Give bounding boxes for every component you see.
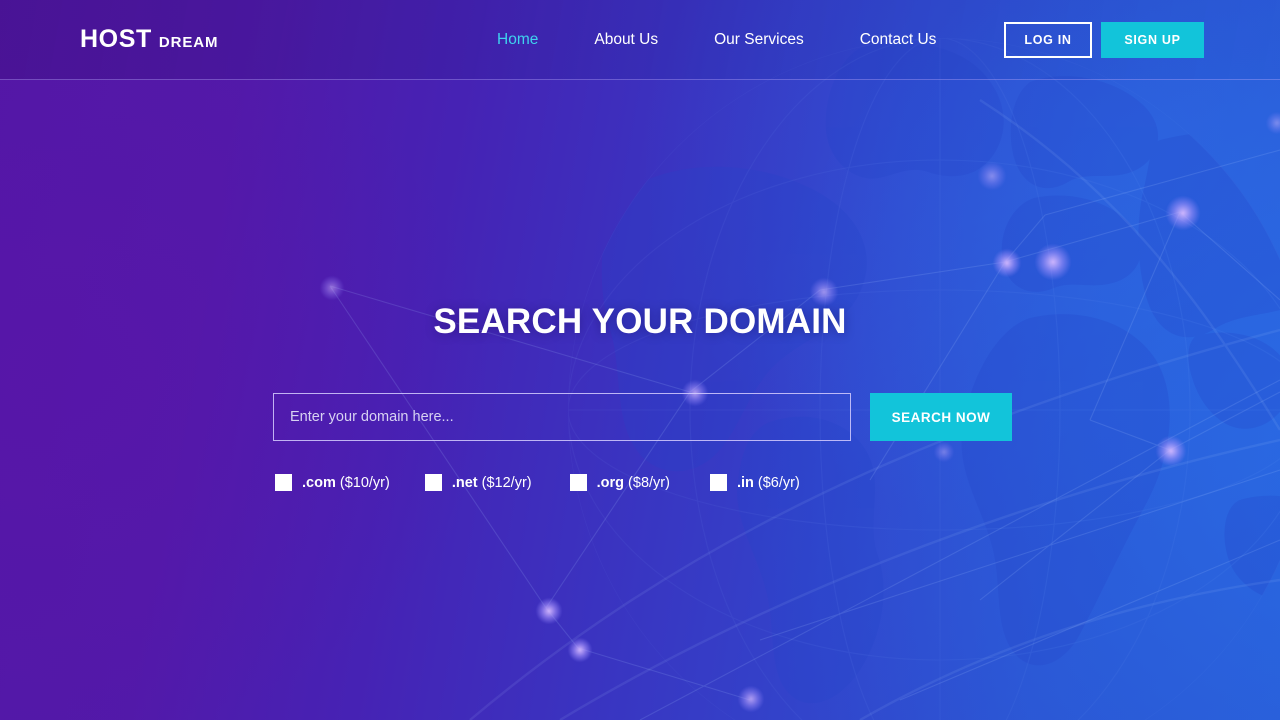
tld-label-net: .net ($12/yr) xyxy=(452,475,532,491)
domain-search-form: SEARCH NOW xyxy=(273,393,1012,441)
tld-option-org[interactable]: .org ($8/yr) xyxy=(569,474,670,491)
tld-checkbox-net[interactable] xyxy=(424,474,442,491)
tld-name-org: .org xyxy=(596,474,625,491)
search-now-button[interactable]: SEARCH NOW xyxy=(870,393,1012,441)
tld-option-com[interactable]: .com ($10/yr) xyxy=(275,474,390,491)
tld-label-com: .com ($10/yr) xyxy=(302,475,390,491)
tld-label-in: .in ($6/yr) xyxy=(737,475,800,491)
tld-option-net[interactable]: .net ($12/yr) xyxy=(424,474,532,491)
page-root: HOST DREAM Home About Us Our Services Co… xyxy=(0,0,1280,720)
nav-item-about-us[interactable]: About Us xyxy=(566,32,686,48)
tld-name-in: .in xyxy=(736,474,754,491)
tld-checkbox-org[interactable] xyxy=(569,474,587,491)
tld-checkbox-com[interactable] xyxy=(275,474,292,491)
hero-section: SEARCH YOUR DOMAIN SEARCH NOW .com ($10/… xyxy=(0,80,1280,720)
tld-name-com: .com xyxy=(302,474,336,491)
log-in-button[interactable]: LOG IN xyxy=(1004,21,1092,58)
tld-options-row: .com ($10/yr) .net ($12/yr) .org ($8/yr)… xyxy=(275,474,800,491)
tld-price-net: ($12/yr) xyxy=(481,474,532,491)
tld-price-org: ($8/yr) xyxy=(628,474,670,491)
logo-secondary-text: DREAM xyxy=(158,34,219,51)
domain-search-input[interactable] xyxy=(273,393,851,441)
tld-checkbox-in[interactable] xyxy=(709,474,727,491)
site-header: HOST DREAM Home About Us Our Services Co… xyxy=(0,0,1280,80)
tld-price-com: ($10/yr) xyxy=(339,474,390,491)
nav-item-contact-us[interactable]: Contact Us xyxy=(832,32,965,48)
sign-up-button[interactable]: SIGN UP xyxy=(1101,21,1204,58)
tld-option-in[interactable]: .in ($6/yr) xyxy=(709,474,800,491)
tld-name-net: .net xyxy=(451,474,478,491)
logo-primary-text: HOST xyxy=(80,25,152,53)
nav-item-home[interactable]: Home xyxy=(497,32,566,48)
site-logo[interactable]: HOST DREAM xyxy=(80,27,218,52)
main-navigation: Home About Us Our Services Contact Us xyxy=(497,32,964,48)
page-title: SEARCH YOUR DOMAIN xyxy=(433,302,847,341)
nav-item-our-services[interactable]: Our Services xyxy=(686,32,832,48)
tld-price-in: ($6/yr) xyxy=(757,474,800,491)
header-actions: LOG IN SIGN UP xyxy=(1004,21,1204,58)
tld-label-org: .org ($8/yr) xyxy=(597,475,670,491)
